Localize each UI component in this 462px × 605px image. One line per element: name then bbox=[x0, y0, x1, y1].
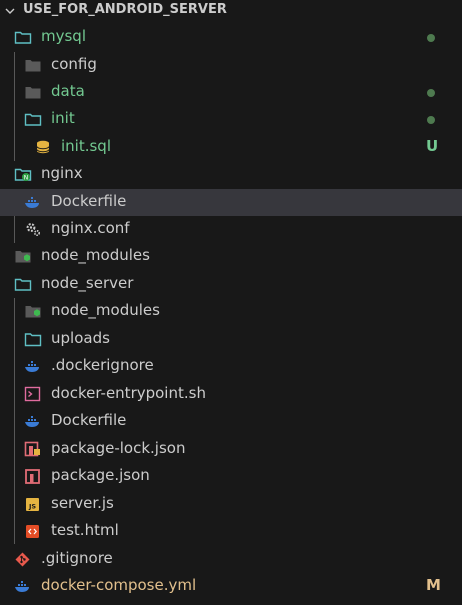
tree-item-server-js[interactable]: JS server.js bbox=[0, 491, 462, 518]
folder-node-icon bbox=[14, 248, 32, 265]
tree-item-label: uploads bbox=[51, 329, 110, 347]
docker-whale-icon bbox=[24, 358, 42, 375]
folder-closed-outline-icon bbox=[24, 331, 42, 348]
tree-item-label: docker-compose.yml bbox=[41, 576, 197, 594]
html-icon bbox=[24, 523, 42, 540]
git-untracked-dot bbox=[427, 89, 435, 97]
tree-item-label: init bbox=[51, 109, 75, 127]
explorer-root-header[interactable]: USE_FOR_ANDROID_SERVER bbox=[0, 0, 462, 22]
folder-open-icon bbox=[14, 276, 32, 293]
tree-item-label: node_modules bbox=[41, 246, 150, 264]
tree-item-label: server.js bbox=[51, 494, 114, 512]
folder-open-icon bbox=[14, 29, 32, 46]
tree-item-docker-compose-yml[interactable]: docker-compose.yml M bbox=[0, 573, 462, 600]
tree-item-config-folder[interactable]: config bbox=[0, 52, 462, 79]
git-status-badge: U bbox=[426, 137, 439, 155]
tree-item-dockerignore[interactable]: .dockerignore bbox=[0, 353, 462, 380]
svg-text:N: N bbox=[24, 175, 29, 182]
tree-item-dockerfile[interactable]: Dockerfile bbox=[0, 408, 462, 435]
tree-item-node-server-folder[interactable]: node_server bbox=[0, 271, 462, 298]
git-status-badge: M bbox=[426, 576, 441, 594]
tree-item-dockerfile-selected[interactable]: Dockerfile bbox=[0, 189, 462, 216]
tree-item-data-folder[interactable]: data bbox=[0, 79, 462, 106]
javascript-icon: JS bbox=[24, 496, 42, 513]
tree-item-node-modules-folder[interactable]: node_modules bbox=[0, 298, 462, 325]
git-untracked-dot bbox=[427, 116, 435, 124]
git-icon bbox=[14, 551, 32, 568]
terminal-script-icon bbox=[24, 386, 42, 403]
tree-item-label: docker-entrypoint.sh bbox=[51, 384, 206, 402]
tree-item-init-folder[interactable]: init bbox=[0, 106, 462, 133]
svg-text:JS: JS bbox=[28, 503, 36, 511]
tree-item-uploads-folder[interactable]: uploads bbox=[0, 326, 462, 353]
tree-item-label: test.html bbox=[51, 521, 119, 539]
folder-nginx-icon: N bbox=[14, 166, 32, 183]
tree-item-test-html[interactable]: test.html bbox=[0, 518, 462, 545]
tree-item-label: .gitignore bbox=[41, 549, 113, 567]
tree-item-init-sql[interactable]: init.sql U bbox=[0, 134, 462, 161]
tree-item-label: node_modules bbox=[51, 301, 160, 319]
tree-item-nginx-folder[interactable]: N nginx bbox=[0, 161, 462, 188]
folder-closed-icon bbox=[24, 84, 42, 101]
tree-item-label: Dockerfile bbox=[51, 411, 127, 429]
tree-item-label: package.json bbox=[51, 466, 150, 484]
tree-item-label: node_server bbox=[41, 274, 134, 292]
workspace-title: USE_FOR_ANDROID_SERVER bbox=[23, 2, 227, 17]
chevron-down-icon[interactable] bbox=[3, 4, 17, 18]
tree-item-mysql-folder[interactable]: mysql bbox=[0, 24, 462, 51]
folder-closed-icon bbox=[24, 57, 42, 74]
database-file-icon bbox=[34, 139, 52, 156]
docker-whale-icon bbox=[14, 578, 32, 595]
tree-item-label: Dockerfile bbox=[51, 192, 127, 210]
docker-whale-icon bbox=[24, 413, 42, 430]
folder-open-icon bbox=[24, 111, 42, 128]
tree-item-label: init.sql bbox=[61, 137, 111, 155]
tree-item-package-json[interactable]: package.json bbox=[0, 463, 462, 490]
npm-lock-icon bbox=[24, 441, 42, 458]
tree-item-label: nginx.conf bbox=[51, 219, 130, 237]
tree-item-label: config bbox=[51, 55, 97, 73]
npm-icon bbox=[24, 468, 42, 485]
tree-item-node-modules-folder[interactable]: node_modules bbox=[0, 243, 462, 270]
tree-item-package-lock-json[interactable]: package-lock.json bbox=[0, 436, 462, 463]
tree-item-label: .dockerignore bbox=[51, 356, 154, 374]
tree-item-label: mysql bbox=[41, 27, 86, 45]
tree-item-label: package-lock.json bbox=[51, 439, 186, 457]
file-explorer: USE_FOR_ANDROID_SERVER mysql config data… bbox=[0, 0, 462, 605]
folder-node-icon bbox=[24, 303, 42, 320]
tree-item-label: data bbox=[51, 82, 85, 100]
git-untracked-dot bbox=[427, 34, 435, 42]
docker-whale-icon bbox=[24, 194, 42, 211]
gear-config-icon bbox=[24, 221, 42, 238]
tree-item-docker-entrypoint-sh[interactable]: docker-entrypoint.sh bbox=[0, 381, 462, 408]
tree-item-nginx-conf[interactable]: nginx.conf bbox=[0, 216, 462, 243]
tree-item-gitignore[interactable]: .gitignore bbox=[0, 546, 462, 573]
tree-item-label: nginx bbox=[41, 164, 83, 182]
